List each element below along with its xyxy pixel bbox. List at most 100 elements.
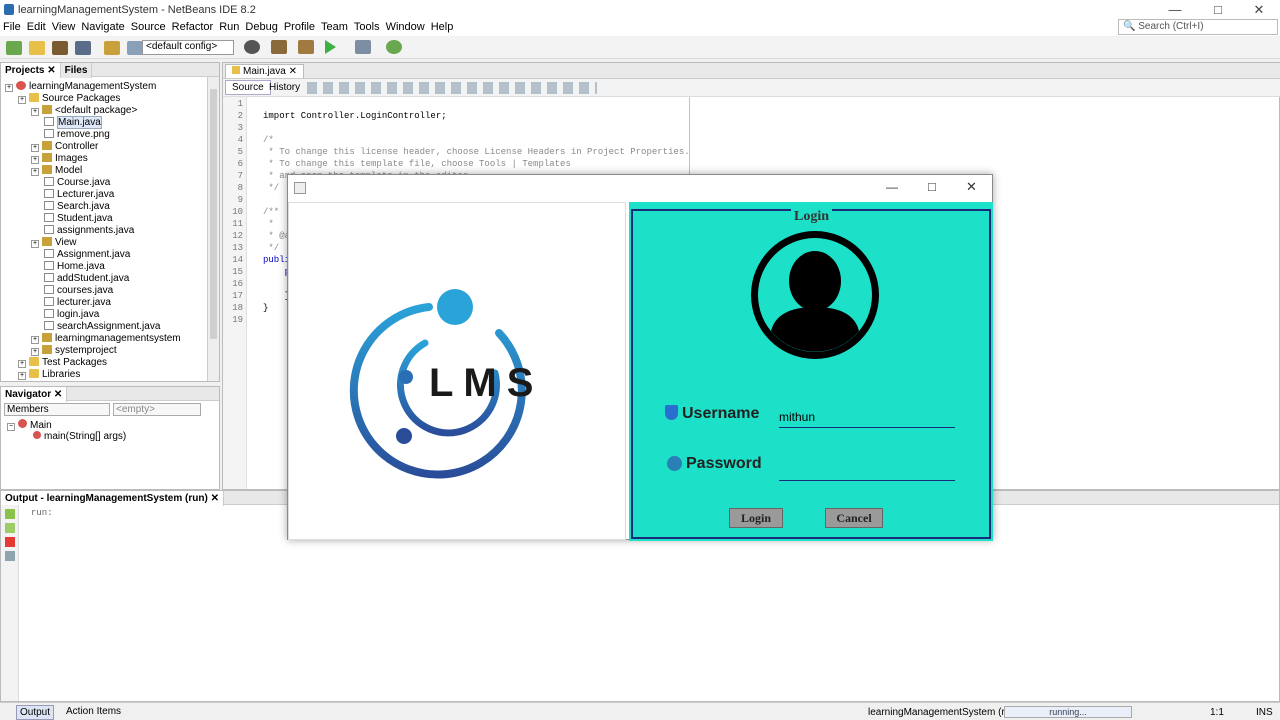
line-number: 16 (232, 279, 243, 289)
username-label: Username (682, 405, 760, 422)
debug-icon[interactable] (355, 40, 372, 54)
menu-refactor[interactable]: Refactor (169, 20, 217, 34)
tree-item[interactable]: + Source Packages (18, 93, 120, 105)
clean-build-icon[interactable] (298, 40, 315, 54)
config-select[interactable]: <default config> (142, 40, 234, 55)
tree-item[interactable]: remove.png (44, 129, 110, 141)
tab-files[interactable]: Files (60, 63, 93, 78)
project-icon (16, 81, 26, 90)
search-input[interactable]: 🔍 Search (Ctrl+I) (1118, 19, 1278, 35)
projects-scroll-thumb[interactable] (210, 89, 217, 339)
tab-navigator[interactable]: Navigator ✕ (1, 387, 68, 402)
navigator-method[interactable]: main(String[] args) (33, 431, 126, 442)
menu-source[interactable]: Source (128, 20, 169, 34)
window-close-button[interactable]: ✕ (1244, 2, 1274, 18)
tree-item[interactable]: + View (31, 237, 77, 249)
new-file-icon[interactable] (29, 41, 46, 55)
tree-item[interactable]: Main.java (44, 116, 102, 129)
tree-item[interactable]: lecturer.java (44, 297, 111, 309)
run-icon[interactable] (325, 40, 337, 54)
expander-icon[interactable]: + (31, 156, 39, 164)
menu-help[interactable]: Help (428, 20, 457, 34)
tab-history[interactable]: History (265, 81, 304, 94)
tree-item[interactable]: + Controller (31, 141, 98, 153)
expander-icon[interactable]: + (31, 240, 39, 248)
cancel-button[interactable]: Cancel (825, 508, 883, 528)
menu-team[interactable]: Team (318, 20, 351, 34)
tree-item[interactable]: courses.java (44, 285, 113, 297)
tree-item[interactable]: searchAssignment.java (44, 321, 160, 333)
dialog-close-button[interactable]: ✕ (966, 179, 977, 195)
menu-tools[interactable]: Tools (351, 20, 383, 34)
dialog-maximize-button[interactable]: □ (928, 179, 936, 194)
open-project-icon[interactable] (52, 41, 69, 55)
profile-icon[interactable] (386, 40, 403, 54)
tab-projects[interactable]: Projects ✕ (1, 63, 61, 78)
window-minimize-button[interactable]: — (1160, 2, 1190, 17)
status-action-items[interactable]: Action Items (66, 706, 121, 717)
redo-icon[interactable] (127, 41, 144, 55)
tree-item[interactable]: login.java (44, 309, 99, 321)
project-tree: + learningManagementSystem + Source Package… (1, 77, 207, 381)
menu-run[interactable]: Run (216, 20, 242, 34)
projects-scrollbar[interactable] (207, 77, 219, 381)
expander-icon[interactable]: + (31, 108, 39, 116)
tree-item[interactable]: + Images (31, 153, 88, 165)
settings-icon[interactable] (5, 551, 15, 561)
build-hammer-icon[interactable] (271, 40, 288, 54)
login-button[interactable]: Login (729, 508, 783, 528)
menu-profile[interactable]: Profile (281, 20, 318, 34)
tree-item[interactable]: Assignment.java (44, 249, 130, 261)
menu-window[interactable]: Window (383, 20, 428, 34)
tab-output-run[interactable]: Output - learningManagementSystem (run) … (1, 491, 224, 506)
tree-item[interactable]: Student.java (44, 213, 113, 225)
expander-icon[interactable]: + (31, 144, 39, 152)
window-maximize-button[interactable]: □ (1203, 2, 1233, 17)
globe-icon[interactable] (244, 40, 260, 54)
menu-file[interactable]: File (0, 20, 24, 34)
menu-edit[interactable]: Edit (24, 20, 49, 34)
rerun-icon[interactable] (5, 509, 15, 519)
tree-item[interactable]: + Model (31, 165, 82, 177)
tree-item-label: <default package> (55, 105, 138, 116)
expander-icon[interactable]: + (18, 372, 26, 380)
expander-icon[interactable]: + (18, 360, 26, 368)
tree-item[interactable]: assignments.java (44, 225, 134, 237)
tree-item-label: Libraries (42, 369, 81, 380)
tree-item[interactable]: Course.java (44, 177, 110, 189)
tab-main-java[interactable]: Main.java ✕ (225, 64, 304, 78)
tree-item[interactable]: Home.java (44, 261, 105, 273)
tree-item[interactable]: Lecturer.java (44, 189, 114, 201)
expander-icon[interactable]: + (31, 168, 39, 176)
username-field[interactable] (779, 406, 955, 428)
undo-icon[interactable] (104, 41, 121, 55)
filter-select[interactable]: <empty> (113, 403, 201, 416)
tree-item[interactable]: + systemproject (31, 345, 117, 357)
search-placeholder: Search (Ctrl+I) (1138, 21, 1204, 32)
tree-item[interactable]: + Libraries (18, 369, 80, 381)
menu-view[interactable]: View (49, 20, 79, 34)
tree-item[interactable]: + learningManagementSystem (5, 81, 156, 93)
password-field[interactable] (779, 459, 955, 481)
expander-icon[interactable]: + (31, 348, 39, 356)
tree-item[interactable]: + Test Packages (18, 357, 107, 369)
expander-icon[interactable]: + (18, 96, 26, 104)
save-all-icon[interactable] (75, 41, 92, 55)
tree-item[interactable]: Search.java (44, 201, 110, 213)
menu-navigate[interactable]: Navigate (78, 20, 127, 34)
expander-icon[interactable]: + (5, 84, 13, 92)
menu-debug[interactable]: Debug (242, 20, 280, 34)
dialog-minimize-button[interactable]: — (886, 180, 898, 194)
new-project-icon[interactable] (6, 41, 22, 55)
members-select[interactable]: Members (4, 403, 110, 416)
tree-item[interactable]: addStudent.java (44, 273, 129, 285)
tree-item[interactable]: + learningmanagementsystem (31, 333, 181, 345)
status-output-tab[interactable]: Output (16, 705, 55, 720)
expander-icon[interactable]: + (31, 336, 39, 344)
expander-icon[interactable]: − (7, 423, 15, 431)
rerun-different-icon[interactable] (5, 523, 15, 533)
stop-icon[interactable] (5, 537, 15, 547)
navigator-root[interactable]: − Main (7, 419, 52, 431)
file-icon (44, 261, 54, 270)
tab-source[interactable]: Source (225, 80, 271, 95)
